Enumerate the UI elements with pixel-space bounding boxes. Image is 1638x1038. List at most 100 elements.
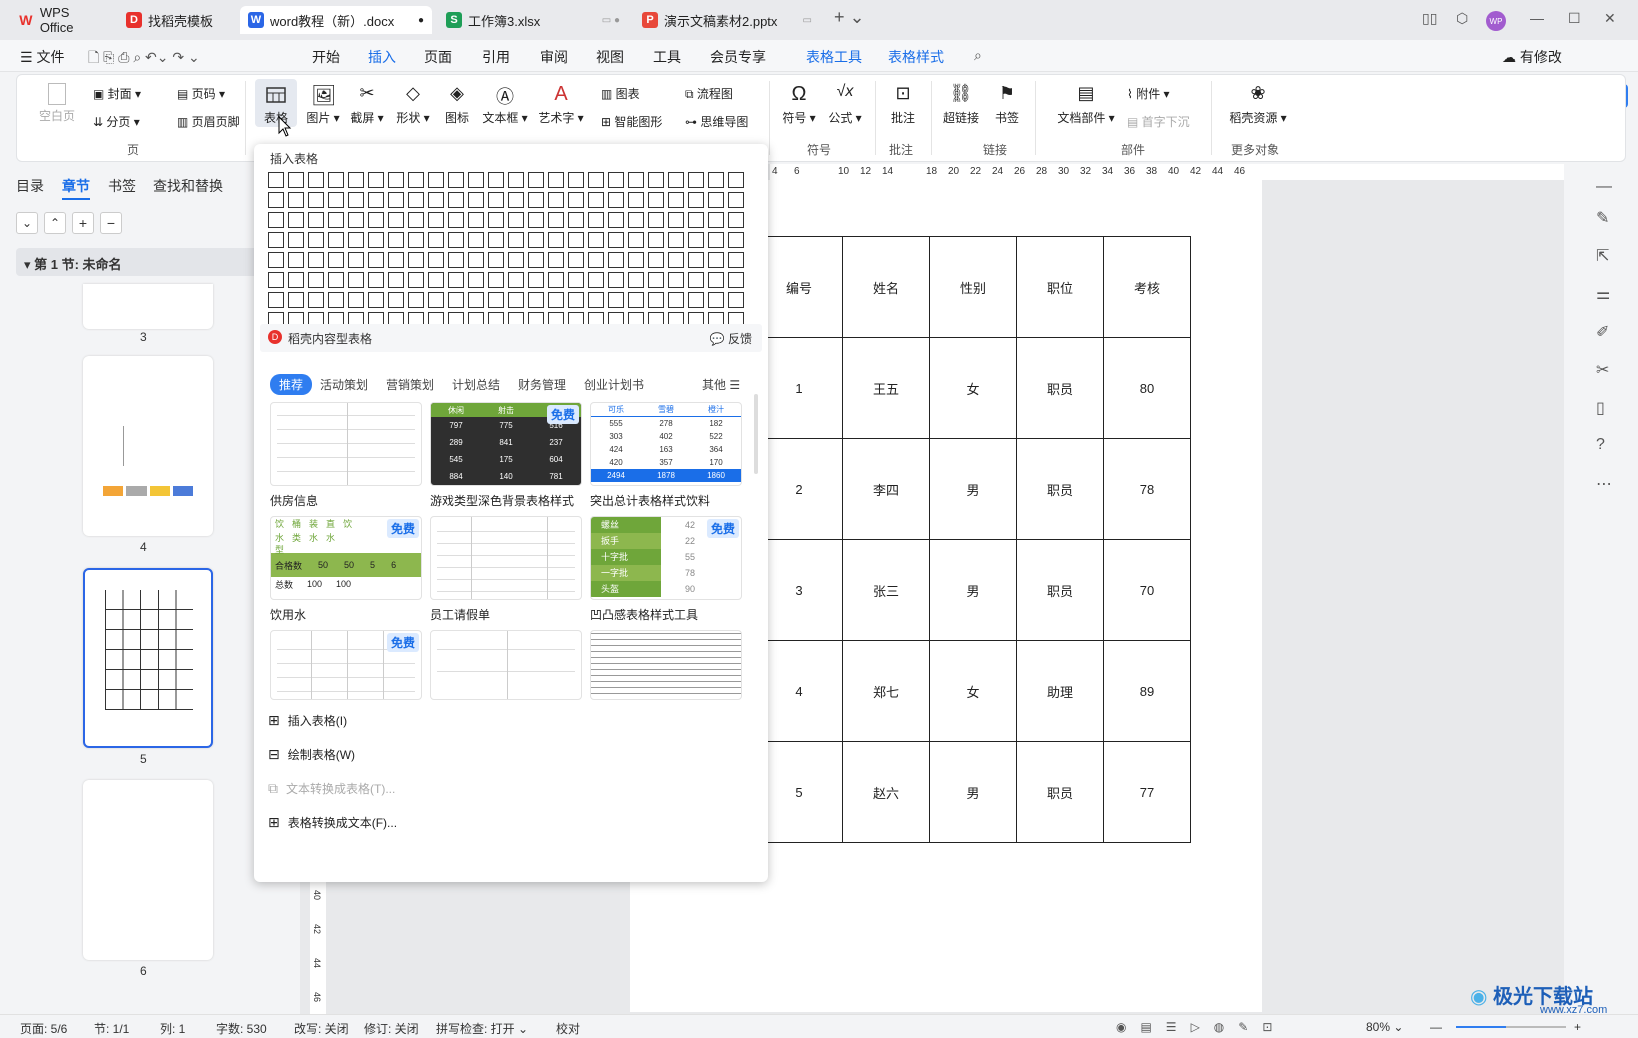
grid-cell[interactable] bbox=[528, 252, 544, 268]
grid-cell[interactable] bbox=[348, 252, 364, 268]
grid-cell[interactable] bbox=[288, 172, 304, 188]
grid-cell[interactable] bbox=[648, 192, 664, 208]
grid-cell[interactable] bbox=[708, 172, 724, 188]
grid-cell[interactable] bbox=[368, 232, 384, 248]
grid-cell[interactable] bbox=[288, 252, 304, 268]
grid-cell[interactable] bbox=[388, 272, 404, 288]
table-cell[interactable]: 77 bbox=[1103, 741, 1191, 843]
grid-cell[interactable] bbox=[308, 232, 324, 248]
grid-cell[interactable] bbox=[368, 172, 384, 188]
nav-tab-find[interactable]: 查找和替换 bbox=[153, 176, 223, 196]
grid-cell[interactable] bbox=[728, 232, 744, 248]
grid-cell[interactable] bbox=[648, 252, 664, 268]
view-mode-icons[interactable]: ◉▤☰▷◍✎⊡ bbox=[1116, 1020, 1286, 1034]
table-cell[interactable]: 1 bbox=[755, 337, 843, 439]
menu-table-tools[interactable]: 表格工具 bbox=[806, 47, 862, 67]
table-to-text-menu-item[interactable]: ⊞ 表格转换成文本(F)... bbox=[268, 814, 397, 831]
grid-cell[interactable] bbox=[308, 272, 324, 288]
grid-cell[interactable] bbox=[488, 232, 504, 248]
grid-cell[interactable] bbox=[688, 292, 704, 308]
grid-cell[interactable] bbox=[468, 192, 484, 208]
template-card[interactable] bbox=[430, 516, 582, 600]
grid-cell[interactable] bbox=[548, 292, 564, 308]
menu-reference[interactable]: 引用 bbox=[482, 47, 510, 67]
table-cell[interactable]: 89 bbox=[1103, 640, 1191, 742]
table-cell[interactable]: 赵六 bbox=[842, 741, 930, 843]
grid-cell[interactable] bbox=[448, 192, 464, 208]
grid-cell[interactable] bbox=[268, 172, 284, 188]
grid-cell[interactable] bbox=[528, 192, 544, 208]
tab-docer-templates[interactable]: D 找稻壳模板 bbox=[118, 6, 234, 34]
layout-icon[interactable]: ▯▯ bbox=[1422, 10, 1437, 27]
grid-cell[interactable] bbox=[568, 272, 584, 288]
formula-button[interactable]: √x 公式 ▾ bbox=[825, 83, 865, 126]
grid-cell[interactable] bbox=[408, 232, 424, 248]
grid-cell[interactable] bbox=[628, 212, 644, 228]
grid-cell[interactable] bbox=[668, 192, 684, 208]
grid-cell[interactable] bbox=[268, 192, 284, 208]
grid-cell[interactable] bbox=[548, 252, 564, 268]
grid-cell[interactable] bbox=[468, 252, 484, 268]
grid-cell[interactable] bbox=[568, 192, 584, 208]
grid-cell[interactable] bbox=[388, 232, 404, 248]
search-icon[interactable]: ⌕ bbox=[974, 47, 982, 64]
page-number-button[interactable]: ▤ 页码 ▾ bbox=[177, 85, 225, 102]
menu-table-style[interactable]: 表格样式 bbox=[888, 47, 944, 67]
table-cell[interactable]: 性别 bbox=[929, 236, 1017, 338]
table-cell[interactable]: 80 bbox=[1103, 337, 1191, 439]
grid-cell[interactable] bbox=[708, 192, 724, 208]
grid-cell[interactable] bbox=[308, 172, 324, 188]
template-card[interactable] bbox=[590, 630, 742, 700]
grid-cell[interactable] bbox=[528, 212, 544, 228]
grid-cell[interactable] bbox=[268, 292, 284, 308]
grid-cell[interactable] bbox=[628, 192, 644, 208]
table-cell[interactable]: 女 bbox=[929, 640, 1017, 742]
grid-cell[interactable] bbox=[668, 252, 684, 268]
pen-icon[interactable]: ✎ bbox=[1596, 208, 1609, 228]
table-cell[interactable]: 男 bbox=[929, 741, 1017, 843]
menu-review[interactable]: 审阅 bbox=[540, 47, 568, 67]
grid-cell[interactable] bbox=[688, 172, 704, 188]
grid-cell[interactable] bbox=[448, 252, 464, 268]
grid-cell[interactable] bbox=[408, 272, 424, 288]
grid-cell[interactable] bbox=[508, 232, 524, 248]
nav-tab-toc[interactable]: 目录 bbox=[16, 176, 44, 196]
grid-cell[interactable] bbox=[328, 292, 344, 308]
table-cell[interactable]: 4 bbox=[755, 640, 843, 742]
help-icon[interactable]: ? bbox=[1596, 436, 1605, 454]
table-cell[interactable]: 李四 bbox=[842, 438, 930, 540]
collapse-icon[interactable]: — bbox=[1596, 178, 1612, 196]
grid-cell[interactable] bbox=[548, 232, 564, 248]
grid-cell[interactable] bbox=[348, 292, 364, 308]
zoom-in-icon[interactable]: + bbox=[1574, 1020, 1581, 1034]
category-marketing[interactable]: 营销策划 bbox=[386, 376, 434, 393]
minimize-button[interactable]: — bbox=[1530, 10, 1544, 26]
grid-cell[interactable] bbox=[468, 292, 484, 308]
grid-cell[interactable] bbox=[268, 252, 284, 268]
grid-cell[interactable] bbox=[628, 232, 644, 248]
grid-cell[interactable] bbox=[628, 292, 644, 308]
wordart-button[interactable]: A 艺术字 ▾ bbox=[537, 83, 585, 126]
grid-cell[interactable] bbox=[268, 232, 284, 248]
docer-resource-button[interactable]: ❀ 稻壳资源 ▾ bbox=[1227, 83, 1289, 126]
grid-cell[interactable] bbox=[428, 192, 444, 208]
grid-cell[interactable] bbox=[328, 252, 344, 268]
table-cell[interactable]: 男 bbox=[929, 539, 1017, 641]
grid-cell[interactable] bbox=[348, 192, 364, 208]
grid-cell[interactable] bbox=[288, 292, 304, 308]
grid-cell[interactable] bbox=[728, 192, 744, 208]
insert-table-menu-item[interactable]: ⊞ 插入表格(I) bbox=[268, 712, 347, 729]
textbox-button[interactable]: Ⓐ 文本框 ▾ bbox=[481, 83, 529, 126]
cursor-icon[interactable]: ⇱ bbox=[1596, 246, 1609, 266]
grid-cell[interactable] bbox=[528, 172, 544, 188]
table-cell[interactable]: 2 bbox=[755, 438, 843, 540]
attachment-button[interactable]: ⌇ 附件 ▾ bbox=[1127, 85, 1170, 102]
table-cell[interactable]: 考核 bbox=[1103, 236, 1191, 338]
category-activity[interactable]: 活动策划 bbox=[320, 376, 368, 393]
grid-cell[interactable] bbox=[448, 232, 464, 248]
grid-cell[interactable] bbox=[288, 272, 304, 288]
grid-cell[interactable] bbox=[608, 292, 624, 308]
category-finance[interactable]: 财务管理 bbox=[518, 376, 566, 393]
grid-cell[interactable] bbox=[268, 212, 284, 228]
table-cell[interactable]: 78 bbox=[1103, 438, 1191, 540]
